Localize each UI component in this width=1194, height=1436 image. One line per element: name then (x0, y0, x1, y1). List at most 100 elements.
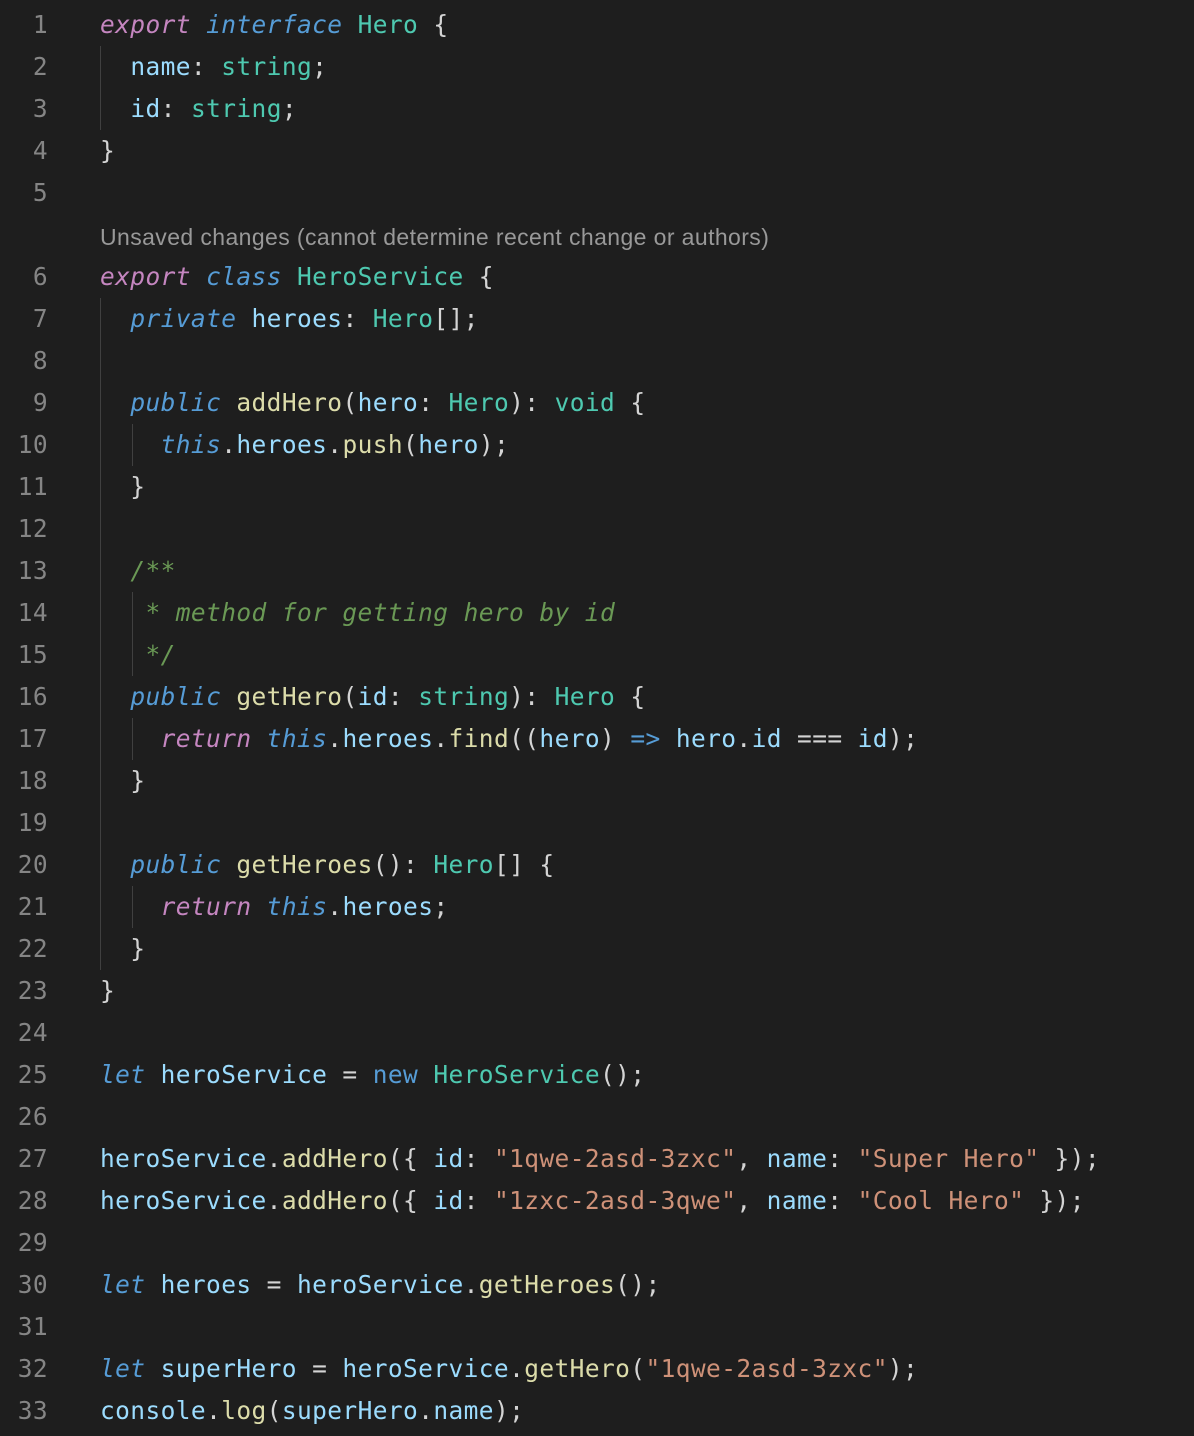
code-line-19[interactable]: 19 (0, 802, 1194, 844)
code-token: , (736, 1144, 767, 1173)
code-text: return this.heroes.find((hero) => hero.i… (100, 718, 918, 760)
code-line-33[interactable]: 33 console.log(superHero.name); (0, 1390, 1194, 1432)
code-token: . (509, 1354, 525, 1383)
code-token: getHero (524, 1354, 631, 1383)
code-line-21[interactable]: 21 return this.heroes; (0, 886, 1194, 928)
code-line-28[interactable]: 28 heroService.addHero({ id: "1zxc-2asd-3… (0, 1180, 1194, 1222)
code-token: { (615, 682, 646, 711)
code-line-16[interactable]: 16 public getHero(id: string): Hero { (0, 676, 1194, 718)
code-token: === (781, 724, 858, 753)
line-number: 33 (17, 1396, 48, 1425)
code-token: addHero (281, 1144, 388, 1173)
codelens-annotation[interactable]: Unsaved changes (cannot determine recent… (100, 216, 769, 258)
code-token: class (206, 262, 282, 291)
code-line-8[interactable]: 8 (0, 340, 1194, 382)
code-token: log (221, 1396, 267, 1425)
code-line-9[interactable]: 9 public addHero(hero: Hero): void { (0, 382, 1194, 424)
code-token: } (100, 136, 116, 165)
code-token: hero (357, 388, 419, 417)
code-line-5[interactable]: 5 (0, 172, 1194, 214)
code-text: name: string; (100, 46, 327, 88)
code-token: string (221, 52, 313, 81)
code-token: void (554, 388, 616, 417)
code-token: . (221, 430, 237, 459)
code-token: ); (887, 1354, 919, 1383)
code-token: getHeroes (478, 1270, 616, 1299)
code-token: . (327, 430, 343, 459)
code-token: id (357, 682, 388, 711)
code-line-3[interactable]: 3 id: string; (0, 88, 1194, 130)
code-token: string (418, 682, 510, 711)
code-line-12[interactable]: 12 (0, 508, 1194, 550)
line-number: 18 (17, 766, 48, 795)
code-token: (); (615, 1270, 661, 1299)
code-line-1[interactable]: 1 export interface Hero { (0, 4, 1194, 46)
code-text: * method for getting hero by id (100, 592, 615, 634)
code-line-23[interactable]: 23} (0, 970, 1194, 1012)
code-token: : (160, 94, 191, 123)
line-number: 15 (17, 640, 48, 669)
code-line-14[interactable]: 14 * method for getting hero by id (0, 592, 1194, 634)
code-token: => (630, 724, 661, 753)
code-line-6[interactable]: 6 export class HeroService { (0, 256, 1194, 298)
code-token: . (266, 1144, 282, 1173)
code-line-13[interactable]: 13 /** (0, 550, 1194, 592)
code-token: heroService (296, 1270, 464, 1299)
line-number: 13 (17, 556, 48, 585)
code-line-32[interactable]: 32 let superHero = heroService.getHero("1… (0, 1348, 1194, 1390)
code-token: , (736, 1186, 767, 1215)
code-editor[interactable]: Unsaved changes (cannot determine recent… (0, 0, 1194, 1436)
code-line-18[interactable]: 18 } (0, 760, 1194, 802)
code-token: heroService (100, 1144, 267, 1173)
code-token: . (266, 1186, 282, 1215)
code-line-27[interactable]: 27 heroService.addHero({ id: "1qwe-2asd-3… (0, 1138, 1194, 1180)
code-token: ; (312, 52, 328, 81)
code-line-24[interactable]: 24 (0, 1012, 1194, 1054)
code-line-4[interactable]: 4} (0, 130, 1194, 172)
code-token: : (387, 682, 419, 711)
code-line-30[interactable]: 30 let heroes = heroService.getHeroes(); (0, 1264, 1194, 1306)
code-token: ( (342, 388, 358, 417)
code-token: = (327, 1060, 373, 1089)
code-token: = (251, 1270, 297, 1299)
code-line-29[interactable]: 29 (0, 1222, 1194, 1264)
code-line-31[interactable]: 31 (0, 1306, 1194, 1348)
code-token: export (100, 10, 191, 39)
code-token: { (418, 10, 449, 39)
code-line-20[interactable]: 20 public getHeroes(): Hero[] { (0, 844, 1194, 886)
code-text: let heroService = new HeroService(); (100, 1054, 645, 1096)
code-line-17[interactable]: 17 return this.heroes.find((hero) => her… (0, 718, 1194, 760)
code-line-7[interactable]: 7 private heroes: Hero[]; (0, 298, 1194, 340)
code-token: HeroService (296, 262, 464, 291)
code-token: : (342, 304, 373, 333)
code-line-11[interactable]: 11 } (0, 466, 1194, 508)
code-token: hero (539, 724, 601, 753)
line-number: 4 (32, 136, 48, 165)
code-token: push (342, 430, 404, 459)
code-token: ); (493, 1396, 525, 1425)
code-token: new (372, 1060, 419, 1089)
code-token: "1qwe-2asd-3zxc" (645, 1354, 888, 1383)
code-token: ); (887, 724, 919, 753)
code-line-26[interactable]: 26 (0, 1096, 1194, 1138)
code-token: export (100, 262, 191, 291)
code-token: Hero (372, 304, 434, 333)
code-line-22[interactable]: 22 } (0, 928, 1194, 970)
code-line-10[interactable]: 10 this.heroes.push(hero); (0, 424, 1194, 466)
code-token: . (736, 724, 752, 753)
code-line-2[interactable]: 2 name: string; (0, 46, 1194, 88)
code-token: Hero (448, 388, 510, 417)
code-line-25[interactable]: 25 let heroService = new HeroService(); (0, 1054, 1194, 1096)
code-line-15[interactable]: 15 */ (0, 634, 1194, 676)
line-number: 2 (32, 52, 48, 81)
code-text: } (100, 466, 145, 508)
